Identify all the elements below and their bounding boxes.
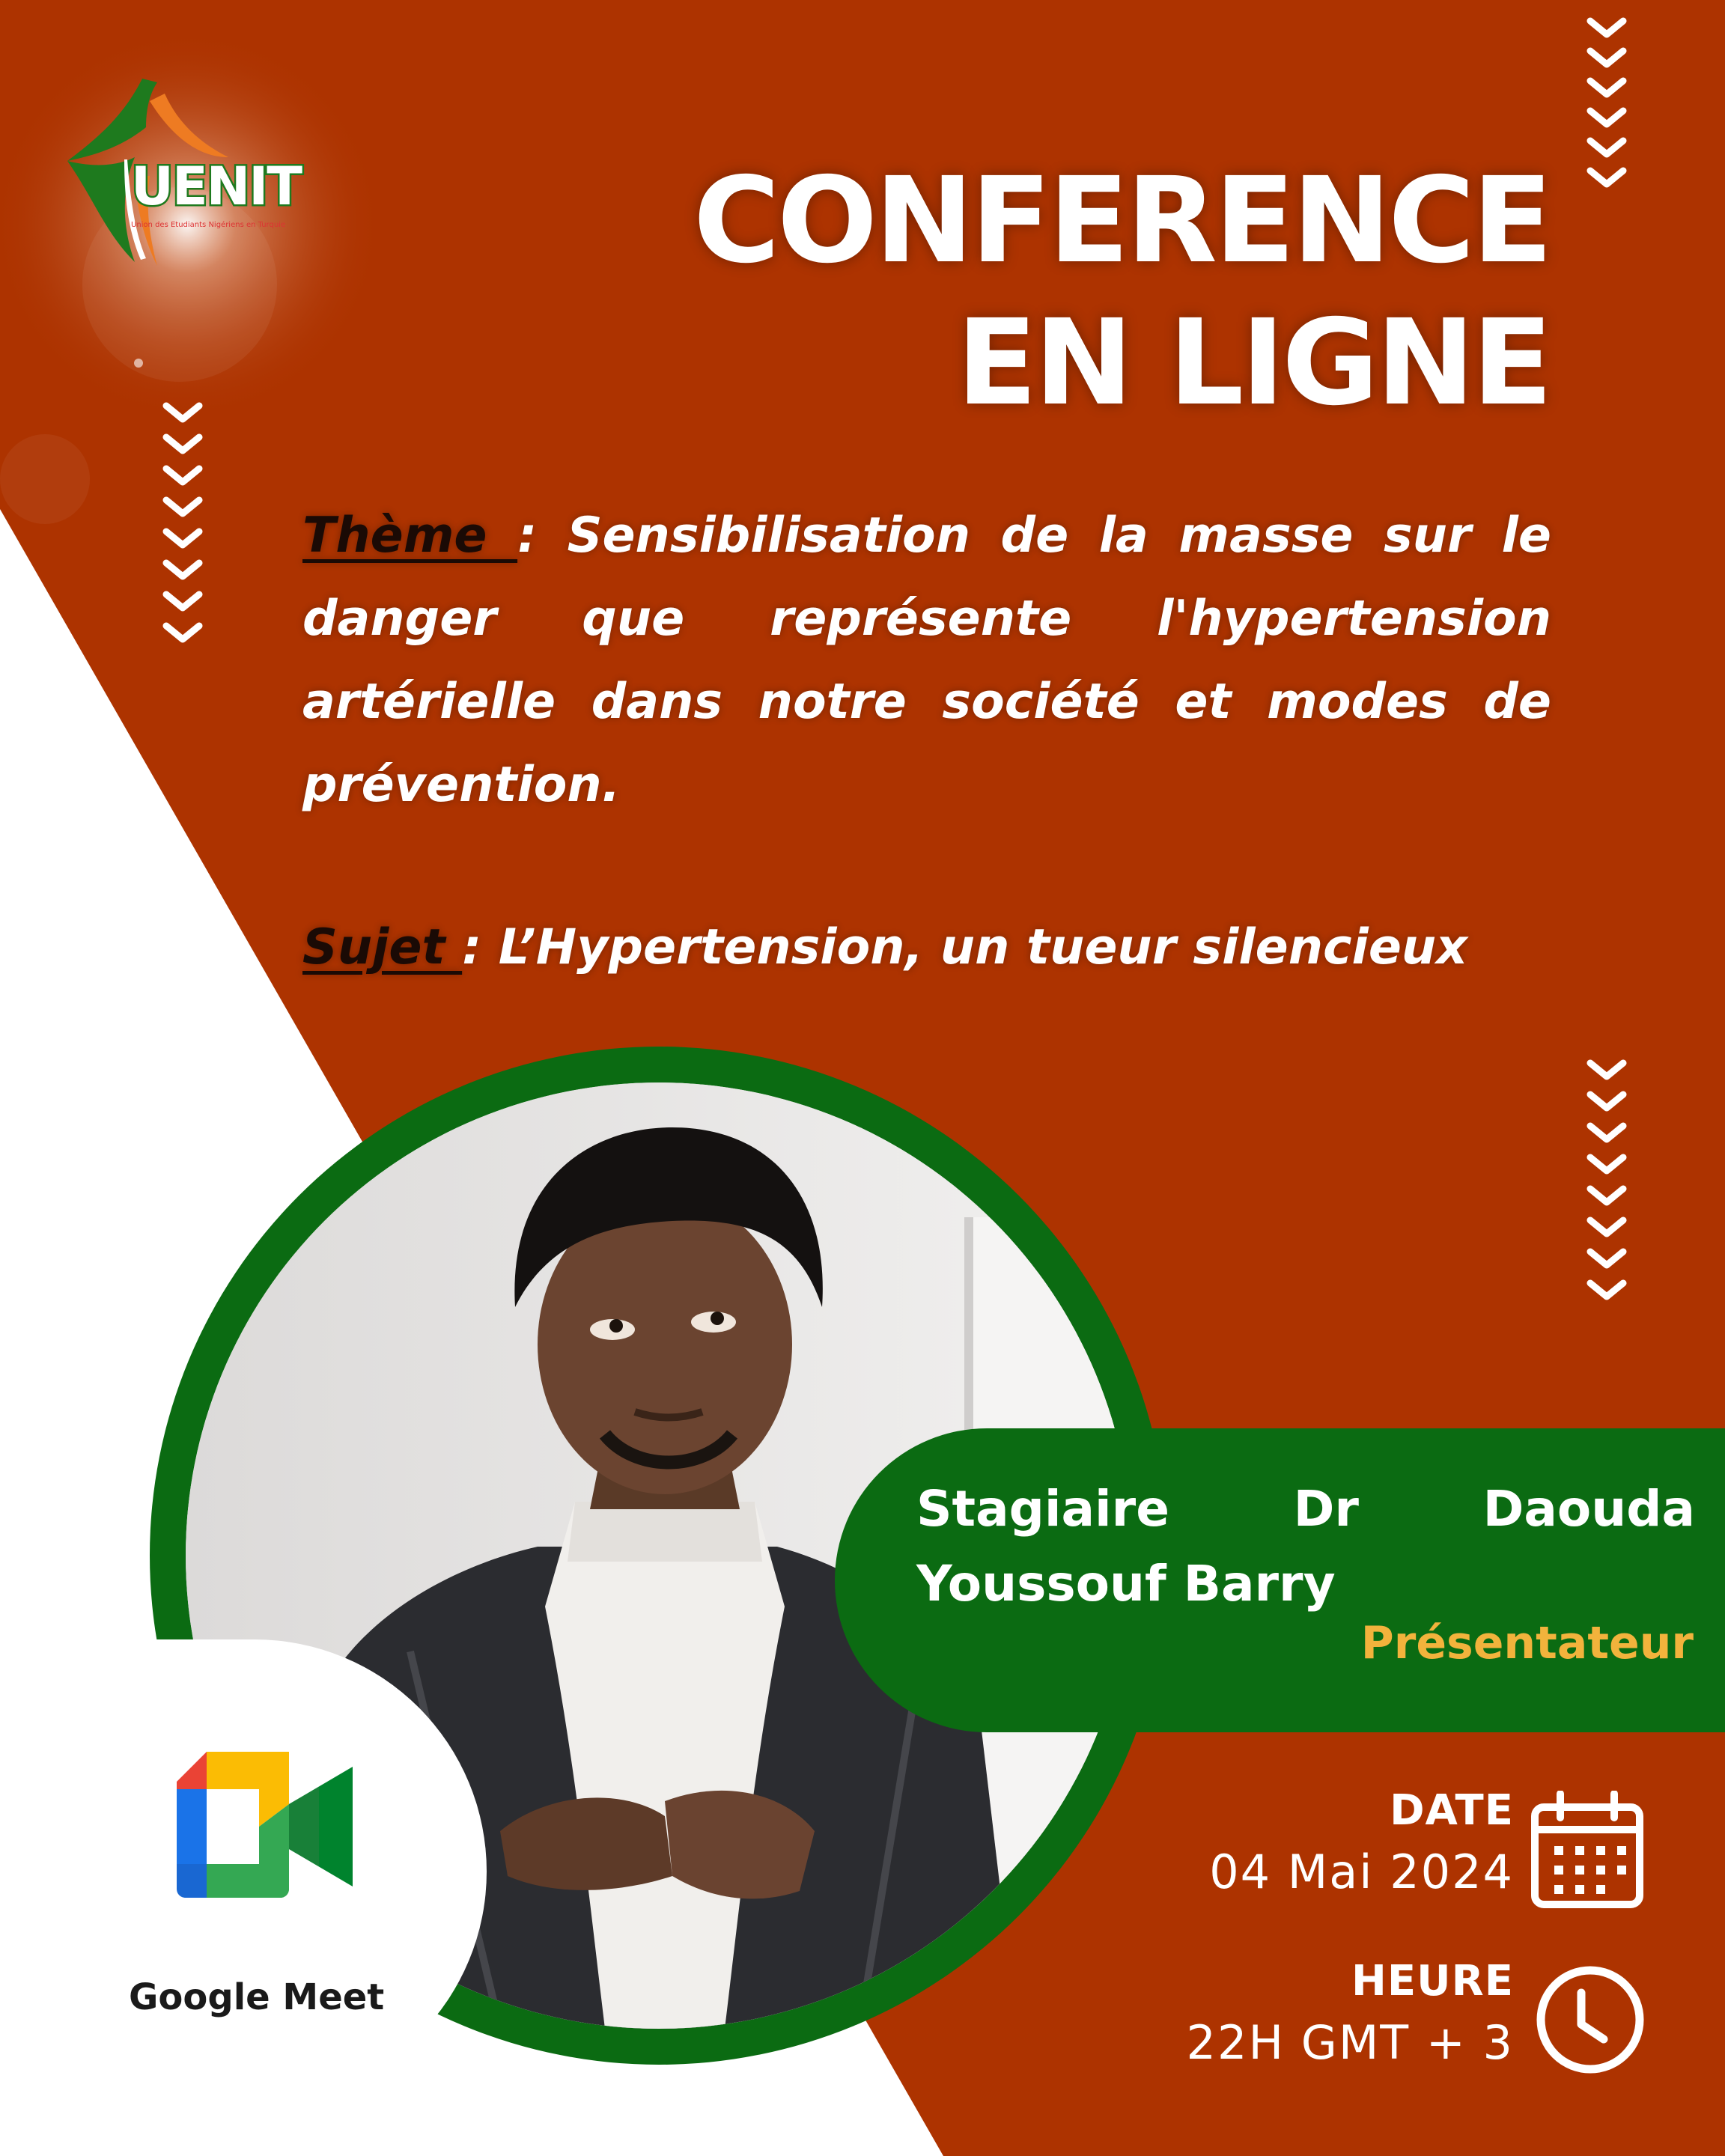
presenter-dr-word: Dr	[1293, 1480, 1359, 1538]
subject-separator: :	[462, 919, 499, 975]
presenter-name: Stagiaire Dr Daouda Youssouf Barry	[916, 1472, 1695, 1621]
theme-separator: :	[517, 508, 568, 564]
subject-label: Sujet	[302, 919, 463, 975]
chevron-down-icon	[1586, 17, 1627, 188]
calendar-icon	[1531, 1791, 1643, 1908]
presenter-role: Présentateur	[1360, 1617, 1694, 1669]
title-line-2: EN LIGNE	[956, 294, 1554, 432]
chevron-down-icon	[162, 402, 203, 643]
date-label: DATE	[1390, 1786, 1514, 1835]
time-label: HEURE	[1351, 1957, 1514, 2006]
subject-text: L’Hypertension, un tueur silencieux	[498, 919, 1468, 975]
logo-wordmark: UENIT	[129, 154, 304, 219]
conference-poster: UENIT Union des Etudiants Nigériens en T…	[0, 0, 1725, 2156]
presenter-firstname: Daouda	[1482, 1480, 1695, 1538]
google-meet-icon	[177, 1752, 353, 1898]
platform-name: Google Meet	[129, 1976, 385, 2018]
poster-title: CONFERENCE EN LIGNE	[693, 150, 1554, 434]
time-value: 22H GMT + 3	[1186, 2015, 1514, 2070]
subject-line: Sujet : L’Hypertension, un tueur silenci…	[302, 906, 1467, 989]
presenter-title-word: Stagiaire	[916, 1480, 1169, 1538]
clock-icon	[1536, 1966, 1644, 2074]
date-value: 04 Mai 2024	[1209, 1845, 1514, 1899]
presenter-name-line-2: Youssouf Barry	[916, 1555, 1336, 1613]
theme-paragraph: Thème : Sensibilisation de la masse sur …	[302, 494, 1551, 826]
logo-subtitle: Union des Etudiants Nigériens en Turquie	[131, 221, 286, 229]
chevron-down-icon	[1586, 1059, 1627, 1300]
title-line-1: CONFERENCE	[693, 152, 1553, 290]
theme-label: Thème	[302, 508, 518, 564]
presenter-name-line-1: Stagiaire Dr Daouda	[916, 1472, 1695, 1547]
